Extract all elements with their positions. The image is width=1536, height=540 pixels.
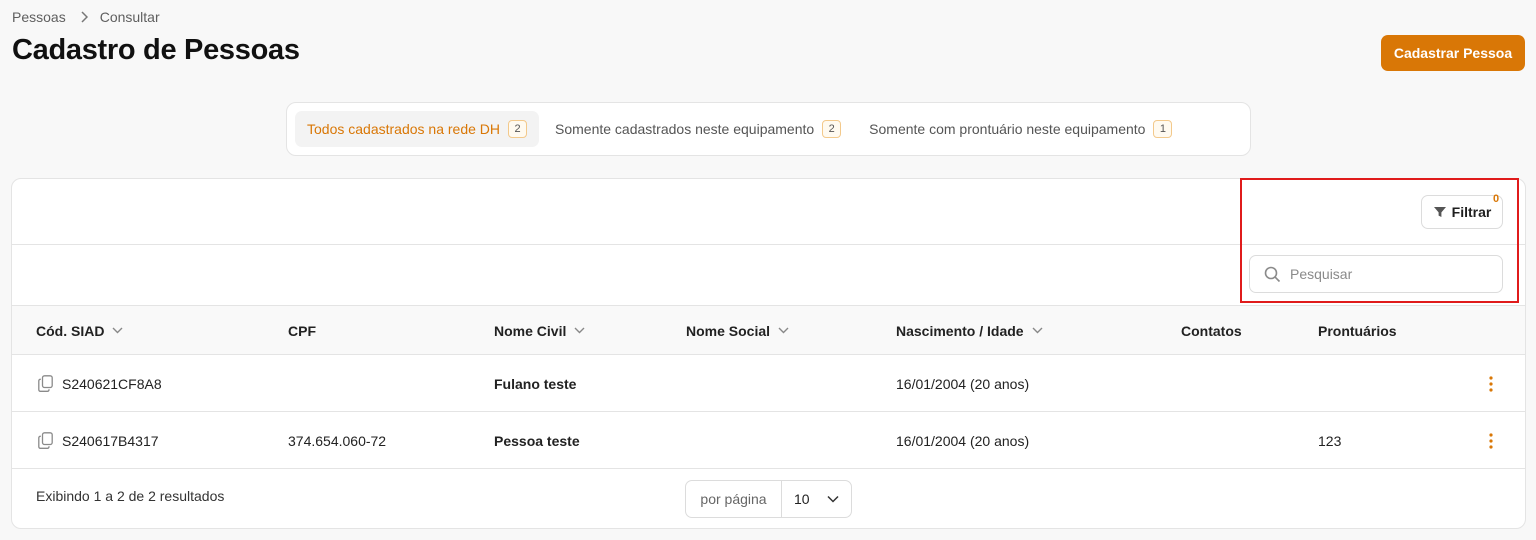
cell-cod-siad: S240621CF8A8	[38, 355, 162, 412]
chevron-down-icon	[1032, 327, 1043, 334]
search-input[interactable]	[1290, 266, 1480, 282]
column-header-contatos: Contatos	[1181, 306, 1242, 355]
filter-icon	[1433, 207, 1446, 217]
filter-count-badge: 0	[1493, 193, 1500, 205]
tab-label: Somente cadastrados neste equipamento	[555, 121, 815, 137]
per-page-value: 10	[794, 491, 810, 507]
cell-nome-civil: Pessoa teste	[494, 432, 580, 449]
chevron-down-icon	[112, 327, 123, 334]
table-header: Cód. SIAD CPF Nome Civil Nome Social Nas…	[12, 306, 1525, 355]
column-header-nome-civil[interactable]: Nome Civil	[494, 306, 585, 355]
copy-icon[interactable]	[38, 432, 53, 449]
chevron-right-icon	[80, 11, 88, 23]
cell-nome-civil: Fulano teste	[494, 375, 577, 392]
column-header-cod-siad[interactable]: Cód. SIAD	[36, 306, 123, 355]
tab-count-badge: 1	[1153, 120, 1173, 138]
breadcrumb: Pessoas Consultar	[12, 9, 160, 25]
tab-todos-cadastrados[interactable]: Todos cadastrados na rede DH 2	[295, 111, 539, 147]
kebab-menu-icon[interactable]	[1482, 431, 1500, 451]
table-row[interactable]: S240621CF8A8 Fulano teste 16/01/2004 (20…	[12, 355, 1525, 412]
kebab-menu-icon[interactable]	[1482, 374, 1500, 394]
page-title: Cadastro de Pessoas	[12, 34, 300, 66]
column-label: CPF	[288, 322, 316, 339]
cod-siad-value: S240617B4317	[62, 432, 159, 449]
breadcrumb-pessoas[interactable]: Pessoas	[12, 9, 66, 25]
copy-icon[interactable]	[38, 375, 53, 392]
column-label: Nome Civil	[494, 322, 567, 339]
column-label: Cód. SIAD	[36, 322, 105, 339]
column-header-prontuarios: Prontuários	[1318, 306, 1397, 355]
tab-somente-com-prontuario[interactable]: Somente com prontuário neste equipamento…	[857, 111, 1184, 147]
cell-prontuarios: 123	[1318, 432, 1342, 449]
cell-cpf: 374.654.060-72	[288, 432, 387, 449]
per-page-select[interactable]: por página 10	[685, 480, 852, 518]
chevron-down-icon	[574, 327, 585, 334]
cell-nascimento: 16/01/2004 (20 anos)	[896, 432, 1030, 449]
search-box[interactable]	[1249, 255, 1503, 293]
search-row	[12, 245, 1525, 306]
results-summary: Exibindo 1 a 2 de 2 resultados	[36, 488, 225, 504]
breadcrumb-consultar: Consultar	[99, 9, 160, 25]
column-label: Nascimento / Idade	[896, 322, 1024, 339]
search-icon	[1264, 266, 1281, 282]
tab-label: Todos cadastrados na rede DH	[307, 121, 500, 137]
cell-cod-siad: S240617B4317	[38, 412, 159, 469]
column-label: Contatos	[1181, 322, 1242, 339]
toolbar: Filtrar 0	[12, 179, 1525, 245]
column-header-nascimento[interactable]: Nascimento / Idade	[896, 306, 1043, 355]
tab-somente-cadastrados[interactable]: Somente cadastrados neste equipamento 2	[543, 111, 853, 147]
column-label: Prontuários	[1318, 322, 1397, 339]
tabs: Todos cadastrados na rede DH 2 Somente c…	[286, 102, 1251, 156]
column-label: Nome Social	[686, 322, 771, 339]
cod-siad-value: S240621CF8A8	[62, 375, 162, 392]
tab-count-badge: 2	[508, 120, 527, 138]
per-page-value-box[interactable]: 10	[782, 491, 851, 507]
tab-count-badge: 2	[822, 120, 842, 138]
cell-nascimento: 16/01/2004 (20 anos)	[896, 375, 1030, 392]
chevron-down-icon	[827, 495, 839, 503]
per-page-label: por página	[686, 481, 782, 517]
column-header-nome-social[interactable]: Nome Social	[686, 306, 789, 355]
filter-button[interactable]: Filtrar	[1421, 195, 1503, 229]
column-header-cpf: CPF	[288, 306, 316, 355]
table-row[interactable]: S240617B4317 374.654.060-72 Pessoa teste…	[12, 412, 1525, 469]
tab-label: Somente com prontuário neste equipamento	[869, 121, 1146, 137]
filter-label: Filtrar	[1451, 204, 1492, 220]
chevron-down-icon	[778, 327, 789, 334]
cadastrar-pessoa-button[interactable]: Cadastrar Pessoa	[1381, 35, 1525, 71]
results-card: Filtrar 0 Cód. SIAD CPF Nome Civil Nome …	[11, 178, 1526, 529]
